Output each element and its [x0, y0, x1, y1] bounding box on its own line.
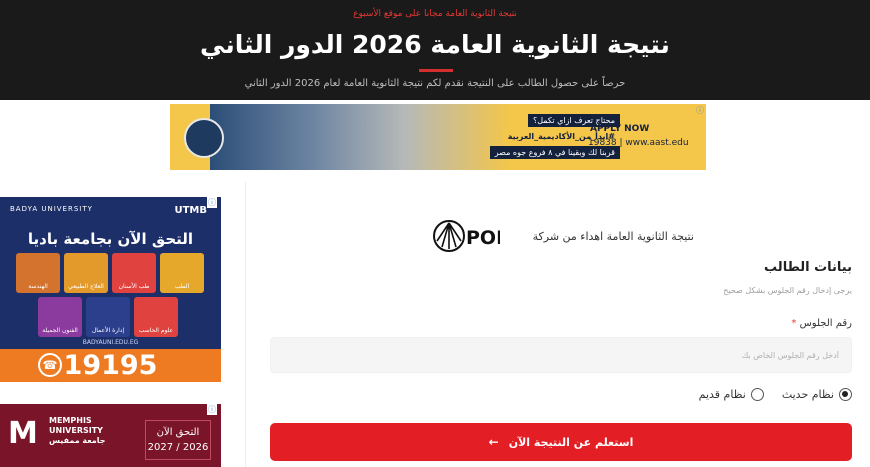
faculty-tile: الهندسة	[16, 253, 60, 293]
section-hint: يرجى إدخال رقم الجلوس بشكل صحيح	[723, 286, 852, 295]
memphis-cta: التحق الآن 2026 / 2027	[145, 420, 211, 460]
radio-button[interactable]	[750, 388, 764, 401]
section-title: بيانات الطالب	[764, 260, 852, 275]
memphis-university-ad[interactable]: M MEMPHIS UNIVERSITY جامعة ممفيس التحق ا…	[0, 404, 221, 467]
memphis-logo: M	[8, 416, 38, 451]
partner-text: نتيجة الثانوية العامة اهداء من شركة	[532, 230, 694, 243]
info-icon[interactable]: ⓘ	[696, 105, 704, 116]
badya-university-ad[interactable]: BADYA UNIVERSITY UTMB التحق الآن بجامعة …	[0, 197, 221, 382]
top-banner-ad[interactable]: محتاج تعرف ازاي تكمل؟ #ابدأ_من_الأكاديمي…	[170, 104, 706, 170]
radio-old-system[interactable]: نظام قديم	[699, 388, 764, 401]
arrow-left-icon: ←	[488, 435, 499, 449]
title-underline	[419, 69, 453, 72]
aast-logo	[184, 118, 224, 158]
required-mark: *	[791, 318, 797, 329]
faculty-tile: إدارة الأعمال	[86, 297, 130, 337]
ad-headline: التحق الآن بجامعة باديا	[27, 230, 194, 248]
ad-tags: محتاج تعرف ازاي تكمل؟ #ابدأ_من_الأكاديمي…	[489, 114, 620, 159]
svg-text:POD: POD	[466, 227, 500, 249]
memphis-name: MEMPHIS UNIVERSITY جامعة ممفيس	[49, 416, 106, 445]
page-title: نتيجة الثانوية العامة 2026 الدور الثاني	[200, 30, 670, 59]
radio-button[interactable]	[839, 388, 852, 401]
hotline-number: 19195	[63, 350, 158, 381]
page-subtitle: حرصاً على حصول الطالب على النتيجة نقدم ل…	[244, 78, 626, 89]
faculty-tile: الطب	[160, 253, 204, 293]
faculty-tile: الفنون الجميلة	[38, 297, 82, 337]
badya-brand: BADYA UNIVERSITY	[10, 205, 93, 213]
faculty-tile: طب الأسنان	[112, 253, 156, 293]
pod-logo: POD	[433, 220, 500, 252]
ad-phone-site: 19838 | www.aast.edu	[588, 138, 689, 148]
faculty-tiles: علوم الحاسب إدارة الأعمال الفنون الجميلة	[38, 297, 178, 337]
ad-hotline: ☎ 19195	[0, 349, 221, 382]
ad-website: BADYAUNI.EDU.EG	[82, 339, 139, 346]
info-icon[interactable]: ⓘ	[207, 404, 217, 415]
submit-result-button[interactable]: استعلم عن النتيجة الآن ←	[270, 423, 852, 461]
seat-number-label: رقم الجلوس *	[791, 318, 852, 329]
ad-photo	[210, 104, 510, 170]
header-topline: نتيجة الثانوية العامة مجانا على موقع الأ…	[353, 9, 517, 19]
info-icon[interactable]: ⓘ	[207, 197, 217, 208]
ad-apply-now: APPLY NOW	[590, 124, 650, 134]
faculty-tiles: الطب طب الأسنان العلاج الطبيعي الهندسة	[16, 253, 204, 293]
faculty-tile: العلاج الطبيعي	[64, 253, 108, 293]
faculty-tile: علوم الحاسب	[134, 297, 178, 337]
seat-number-input[interactable]	[270, 337, 852, 373]
radio-new-system[interactable]: نظام حديث	[782, 388, 852, 401]
utmb-logo: UTMB	[174, 205, 207, 216]
phone-icon: ☎	[38, 353, 62, 377]
system-radio-group: نظام حديث نظام قديم	[699, 388, 852, 401]
page-header: نتيجة الثانوية العامة مجانا على موقع الأ…	[0, 0, 870, 100]
